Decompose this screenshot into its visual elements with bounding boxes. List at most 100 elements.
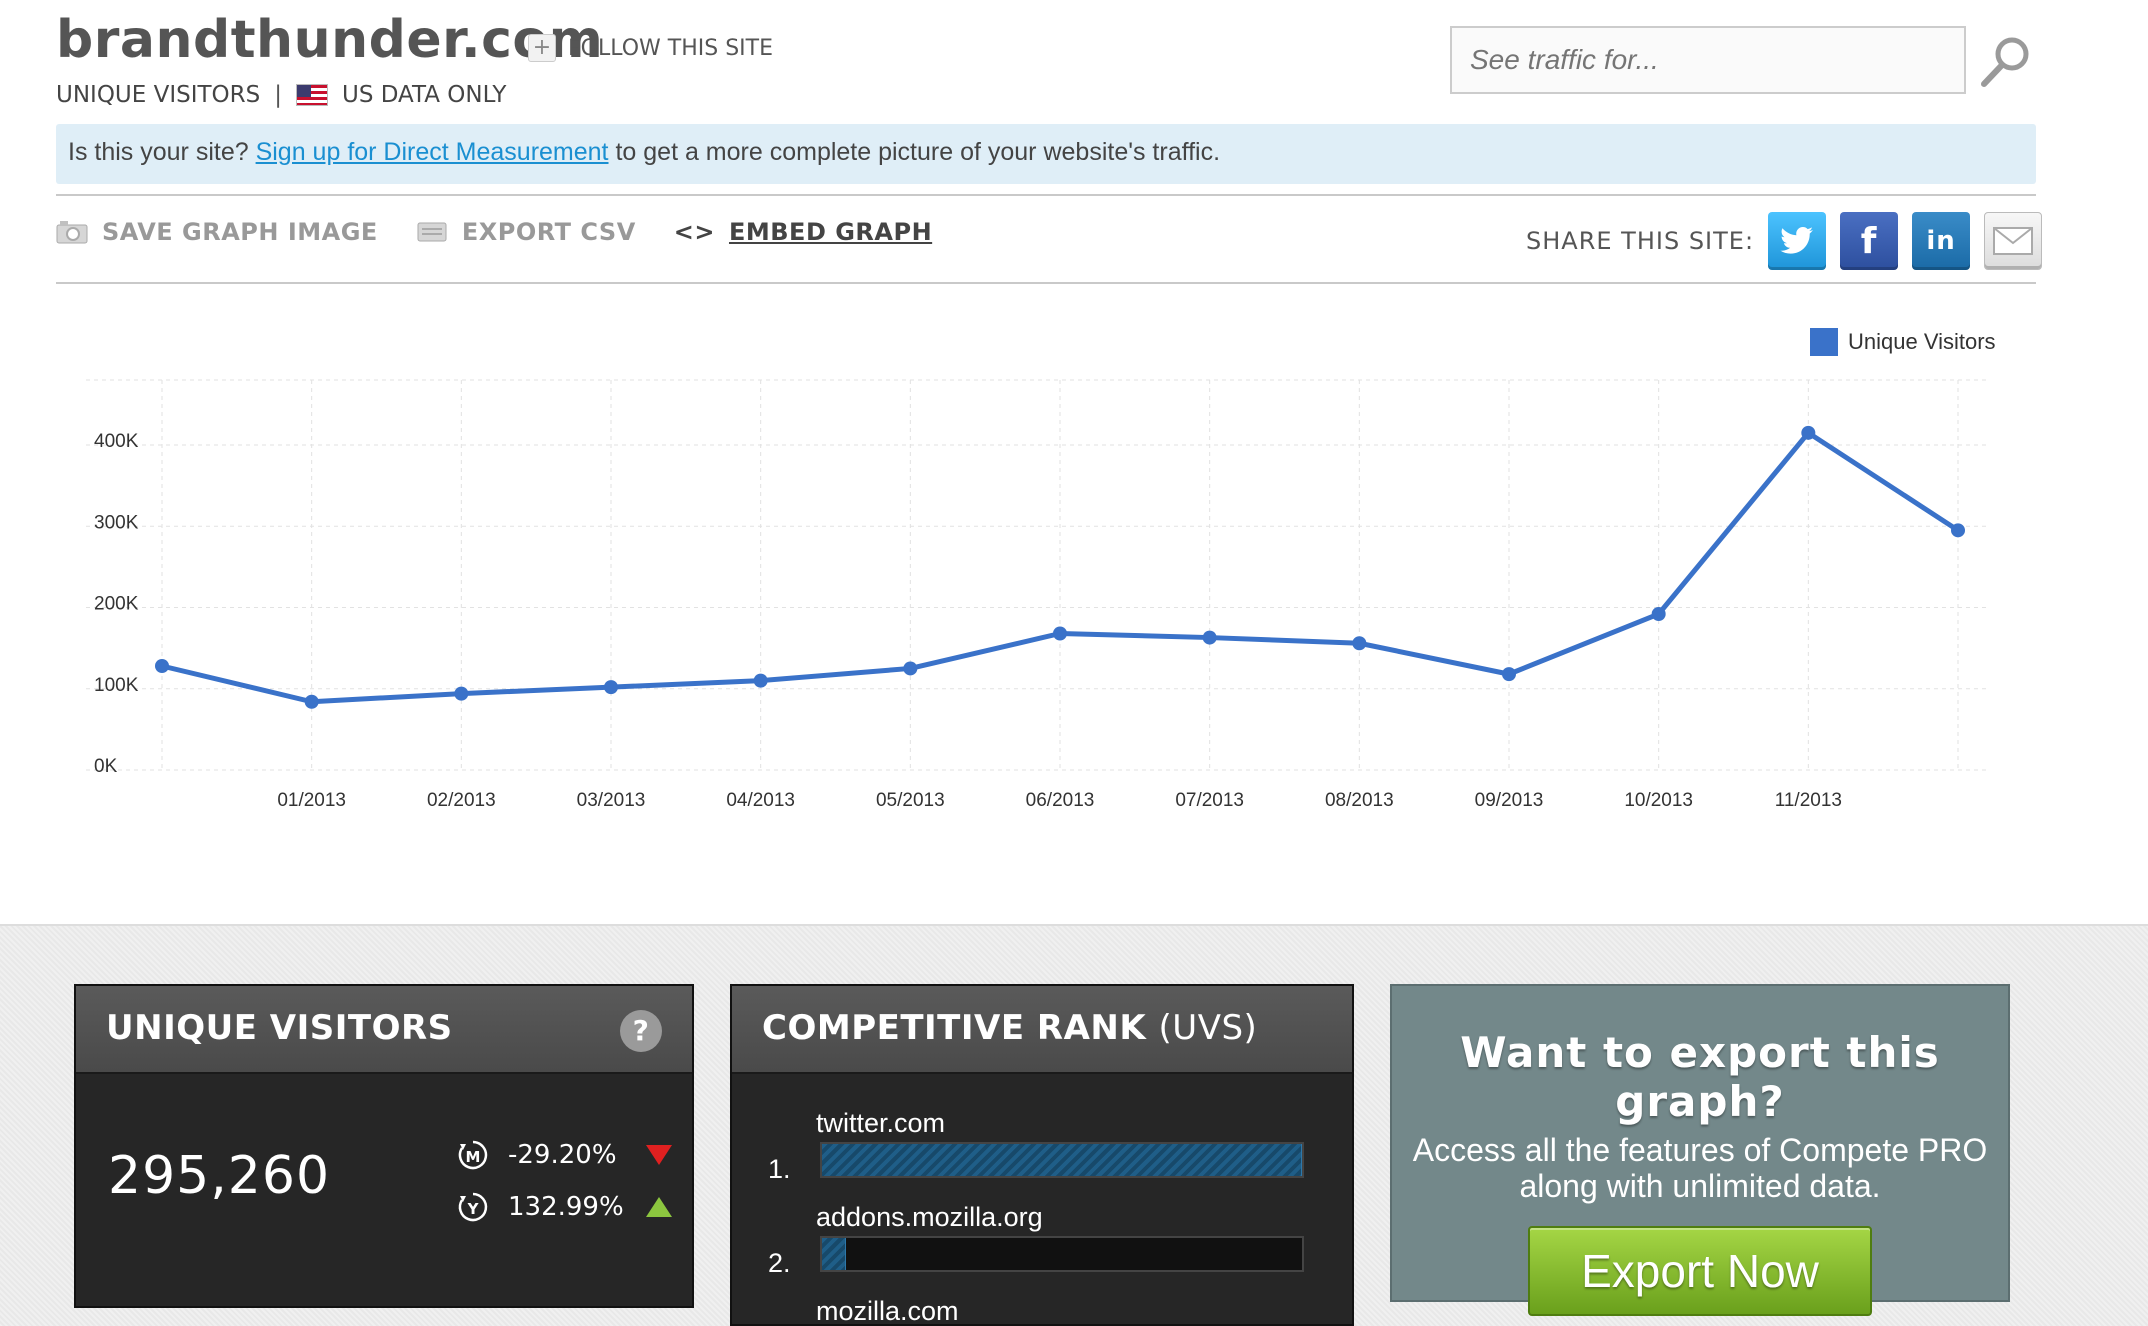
- x-tick-label: 02/2013: [427, 790, 496, 811]
- x-tick-label: 01/2013: [277, 790, 346, 811]
- divider: [56, 282, 2036, 284]
- panel-title: COMPETITIVE RANK: [762, 1008, 1147, 1048]
- monthly-change-icon: M: [458, 1140, 488, 1170]
- rank-site-name[interactable]: mozilla.com: [816, 1296, 959, 1324]
- direct-measurement-banner: Is this your site? Sign up for Direct Me…: [56, 124, 2036, 184]
- data-point: [1202, 630, 1217, 645]
- twitter-bird-icon: [1780, 227, 1814, 254]
- yearly-change-icon: Y: [458, 1192, 488, 1222]
- rank-bar: [820, 1236, 1304, 1272]
- traffic-chart: 0K 100K 200K 300K 400K 01/2013 02/2013 03/2013 0…: [56, 300, 2036, 840]
- save-graph-image-button[interactable]: SAVE GRAPH IMAGE: [56, 218, 378, 246]
- twitter-share-button[interactable]: [1768, 212, 1827, 270]
- rank-number: 1.: [768, 1154, 791, 1184]
- save-graph-label: SAVE GRAPH IMAGE: [102, 218, 378, 246]
- code-brackets-icon: <>: [673, 218, 715, 246]
- promo-title: Want to export this graph?: [1460, 1028, 1940, 1126]
- promo-line-1: Access all the features of Compete PRO: [1412, 1132, 1988, 1168]
- export-promo-panel: Want to export this graph? Access all th…: [1390, 984, 2010, 1316]
- rank-bar-fill: [822, 1238, 846, 1270]
- x-tick-label: 07/2013: [1175, 790, 1244, 811]
- data-point: [1352, 636, 1367, 651]
- site-title: brandthunder.com: [56, 10, 604, 70]
- monthly-change-row: M -29.20%: [456, 1138, 672, 1172]
- banner-prefix: Is this your site?: [68, 138, 256, 166]
- follow-site-button[interactable]: + FOLLOW THIS SITE: [528, 34, 773, 62]
- data-point: [1801, 425, 1816, 440]
- x-tick-label: 06/2013: [1026, 790, 1095, 811]
- yearly-change-value: 132.99%: [508, 1192, 624, 1222]
- data-point: [753, 673, 768, 688]
- data-point: [1951, 523, 1965, 538]
- panel-title: UNIQUE VISITORS: [106, 1008, 453, 1048]
- unique-visitors-panel: UNIQUE VISITORS ? 295,260 M -29.20% Y 13…: [74, 984, 694, 1308]
- facebook-share-button[interactable]: f: [1840, 212, 1899, 270]
- graph-toolbar: SAVE GRAPH IMAGE EXPORT CSV <> EMBED GRA…: [56, 218, 970, 246]
- embed-graph-button[interactable]: <> EMBED GRAPH: [674, 218, 932, 246]
- y-tick-label: 200K: [94, 594, 139, 615]
- promo-line-2: along with unlimited data.: [1519, 1168, 1881, 1204]
- x-tick-label: 04/2013: [726, 790, 795, 811]
- legend-swatch: [1810, 328, 1838, 356]
- linkedin-share-button[interactable]: in: [1912, 212, 1971, 270]
- yearly-change-row: Y 132.99%: [456, 1190, 672, 1224]
- x-tick-label: 11/2013: [1775, 790, 1842, 811]
- up-arrow-icon: [646, 1197, 672, 1217]
- plus-icon: +: [528, 34, 556, 62]
- data-point: [604, 680, 618, 695]
- traffic-search-input[interactable]: [1450, 26, 1966, 94]
- data-point: [1502, 667, 1516, 682]
- share-bar: SHARE THIS SITE: f in: [1526, 212, 2043, 270]
- y-tick-label: 0K: [94, 756, 118, 777]
- x-tick-label: 03/2013: [577, 790, 646, 811]
- export-now-button[interactable]: Export Now: [1528, 1226, 1872, 1316]
- help-icon[interactable]: ?: [620, 1010, 662, 1052]
- email-share-button[interactable]: [1984, 212, 2043, 270]
- y-tick-label: 300K: [94, 512, 139, 533]
- monthly-badge-letter: M: [466, 1148, 481, 1166]
- data-point: [304, 694, 319, 709]
- banner-suffix: to get a more complete picture of your w…: [608, 138, 1221, 166]
- x-tick-label: 10/2013: [1624, 790, 1693, 811]
- panel-header: COMPETITIVE RANK (UVS): [732, 986, 1352, 1074]
- share-label: SHARE THIS SITE:: [1526, 227, 1755, 255]
- rank-site-name[interactable]: addons.mozilla.org: [816, 1202, 1043, 1233]
- embed-graph-label: EMBED GRAPH: [728, 218, 933, 246]
- rank-bar: [820, 1142, 1304, 1178]
- region-label: US DATA ONLY: [342, 82, 507, 108]
- camera-icon: [56, 221, 88, 244]
- metric-label: UNIQUE VISITORS: [56, 82, 261, 108]
- rank-bar-fill: [822, 1144, 1302, 1176]
- down-arrow-icon: [646, 1145, 672, 1165]
- linkedin-icon: in: [1926, 226, 1956, 256]
- search-icon[interactable]: [1974, 32, 2036, 94]
- traffic-chart-svg: 0K 100K 200K 300K 400K 01/2013 02/2013 03/2013 0…: [86, 379, 1986, 811]
- competitive-rank-panel: COMPETITIVE RANK (UVS) twitter.com 1. ad…: [730, 984, 1354, 1326]
- facebook-icon: f: [1860, 220, 1878, 262]
- export-csv-label: EXPORT CSV: [461, 218, 636, 246]
- x-tick-label: 09/2013: [1475, 790, 1544, 811]
- legend-label: Unique Visitors: [1848, 329, 1996, 354]
- rank-number: 2.: [768, 1248, 791, 1278]
- data-point: [1651, 607, 1666, 621]
- x-tick-label: 05/2013: [876, 790, 945, 811]
- export-csv-button[interactable]: EXPORT CSV: [416, 218, 636, 246]
- rank-site-name[interactable]: twitter.com: [816, 1108, 945, 1139]
- panel-header: UNIQUE VISITORS ?: [76, 986, 692, 1074]
- data-point: [1053, 626, 1067, 641]
- data-point: [155, 659, 169, 673]
- data-point: [903, 661, 918, 676]
- data-point: [454, 686, 469, 701]
- y-tick-label: 400K: [94, 431, 139, 452]
- document-icon: [417, 222, 447, 242]
- monthly-change-value: -29.20%: [508, 1140, 617, 1170]
- separator: |: [274, 82, 282, 108]
- yearly-badge-letter: Y: [467, 1200, 480, 1218]
- metric-subline: UNIQUE VISITORS | US DATA ONLY: [56, 82, 506, 108]
- us-flag-icon: [296, 84, 328, 106]
- follow-label: FOLLOW THIS SITE: [568, 35, 773, 61]
- unique-visitors-value: 295,260: [108, 1146, 331, 1206]
- y-tick-label: 100K: [94, 675, 139, 696]
- direct-measurement-link[interactable]: Sign up for Direct Measurement: [256, 138, 609, 166]
- x-tick-label: 08/2013: [1325, 790, 1394, 811]
